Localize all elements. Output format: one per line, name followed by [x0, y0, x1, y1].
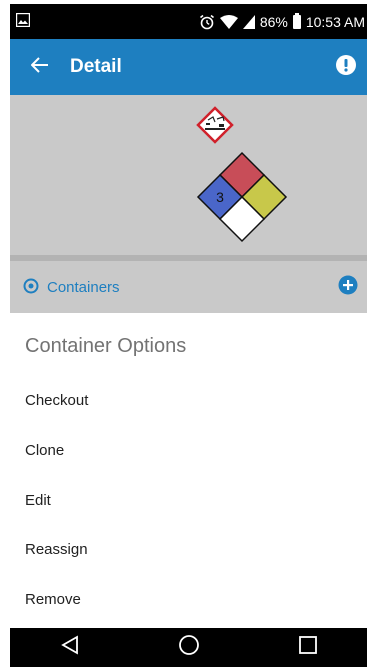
- option-reassign[interactable]: Reassign: [10, 524, 367, 574]
- nfpa-health-value: 3: [216, 189, 224, 205]
- container-options-sheet: Container Options Checkout Clone Edit Re…: [10, 313, 367, 628]
- option-remove[interactable]: Remove: [10, 574, 367, 624]
- alarm-icon: [199, 14, 215, 30]
- status-right: 86% 10:53 AM: [199, 12, 367, 30]
- option-checkout[interactable]: Checkout: [10, 375, 367, 425]
- arrow-back-icon: [30, 56, 49, 78]
- corrosive-pictogram-icon: [196, 106, 234, 144]
- signal-icon: [242, 14, 255, 29]
- frame-right: [367, 0, 376, 667]
- nfpa-diamond: 3: [196, 151, 288, 243]
- battery-percent: 86%: [259, 13, 288, 30]
- add-circle-icon: [338, 275, 358, 300]
- hazard-panel: 3: [10, 95, 367, 255]
- home-circle-icon: [178, 634, 200, 661]
- option-clone[interactable]: Clone: [10, 425, 367, 475]
- containers-row[interactable]: Containers: [10, 261, 367, 313]
- status-bar: 86% 10:53 AM: [10, 4, 367, 39]
- containers-label: Containers: [47, 278, 120, 296]
- wifi-icon: [219, 14, 238, 29]
- battery-icon: [292, 12, 301, 29]
- back-button[interactable]: [10, 39, 70, 95]
- app-bar: Detail: [10, 39, 367, 95]
- nav-home-button[interactable]: [159, 628, 219, 667]
- recents-square-icon: [298, 635, 318, 660]
- option-edit[interactable]: Edit: [10, 475, 367, 525]
- back-triangle-icon: [60, 635, 79, 660]
- photo-notification-icon: [15, 12, 31, 30]
- system-nav-bar: [10, 628, 367, 667]
- alert-circle-icon: [335, 54, 357, 81]
- nav-back-button[interactable]: [40, 628, 100, 667]
- status-time: 10:53 AM: [305, 13, 365, 30]
- status-left: [10, 12, 31, 30]
- nav-recents-button[interactable]: [278, 628, 338, 667]
- add-container-button[interactable]: [337, 275, 359, 300]
- location-pin-icon: [21, 276, 41, 298]
- alert-button[interactable]: [333, 54, 359, 80]
- frame-left: [0, 0, 10, 667]
- page-title: Detail: [70, 56, 122, 77]
- sheet-title: Container Options: [25, 335, 187, 357]
